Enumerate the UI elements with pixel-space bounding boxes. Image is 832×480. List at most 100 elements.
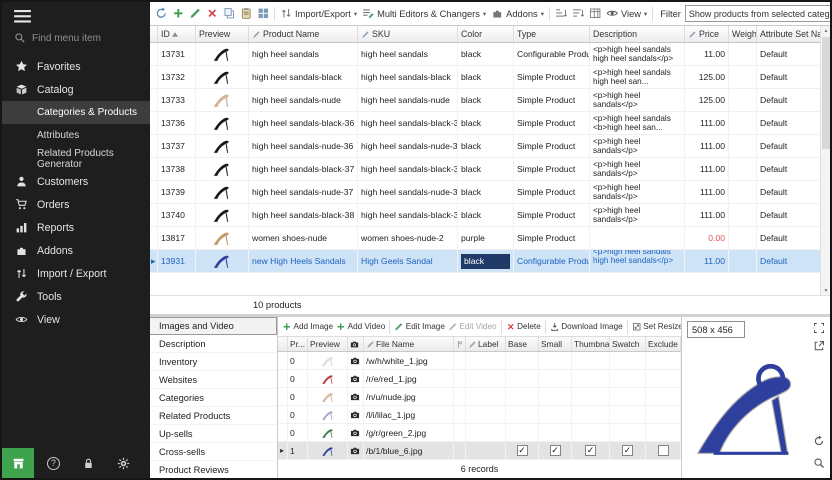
column-header-preview[interactable]: Preview	[196, 26, 249, 42]
product-color[interactable]: black	[458, 181, 514, 203]
product-sku[interactable]: high heel sandals-black-36	[358, 112, 458, 134]
product-row[interactable]: 13739high heel sandals-nude-37high heel …	[150, 181, 830, 204]
sidebar-item-view[interactable]: View	[2, 308, 150, 331]
product-description[interactable]: <p>high heel sandals <b>high heel san...	[590, 112, 685, 134]
product-weight[interactable]	[729, 66, 757, 88]
checkbox-swatch[interactable]	[610, 388, 646, 405]
sidebar-item-attributes[interactable]: Attributes	[2, 124, 150, 147]
product-preview-image[interactable]	[196, 181, 249, 203]
row-expander[interactable]: ▸	[150, 250, 158, 272]
product-name[interactable]: high heel sandals-black	[249, 66, 358, 88]
zoom-icon[interactable]	[812, 456, 826, 470]
checkbox-base[interactable]	[506, 370, 539, 387]
product-id[interactable]: 13817	[158, 227, 196, 249]
small-checkbox[interactable]	[550, 445, 561, 456]
sidebar-item-catalog[interactable]: Catalog	[2, 78, 150, 101]
category-filter-select[interactable]: Show products from selected categories ▾	[685, 5, 830, 22]
checkbox-base[interactable]	[506, 442, 539, 459]
import-export-menu[interactable]: Import/Export ▾	[278, 6, 359, 22]
columns-button[interactable]	[587, 6, 603, 22]
product-row[interactable]: 13737high heel sandals-nude-36high heel …	[150, 135, 830, 158]
image-position[interactable]: 0	[288, 352, 308, 369]
scroll-down-icon[interactable]: ▼	[821, 286, 831, 295]
image-label-cell[interactable]	[466, 352, 506, 369]
image-file-name[interactable]: /n/u/nude.jpg	[364, 388, 454, 405]
image-label-cell[interactable]	[466, 388, 506, 405]
product-type[interactable]: Simple Product	[514, 66, 590, 88]
checkbox-small[interactable]	[539, 388, 572, 405]
edit-product-button[interactable]	[187, 6, 203, 22]
column-header-icon[interactable]	[348, 337, 364, 351]
thumbnail-checkbox[interactable]	[585, 445, 596, 456]
product-weight[interactable]	[729, 89, 757, 111]
product-name[interactable]: high heel sandals-black-37	[249, 158, 358, 180]
product-row[interactable]: 13736high heel sandals-black-36high heel…	[150, 112, 830, 135]
product-name[interactable]: high heel sandals-nude	[249, 89, 358, 111]
product-price[interactable]: 125.00	[685, 66, 729, 88]
product-preview-image[interactable]	[196, 135, 249, 157]
tab-related-products[interactable]: Related Products	[150, 407, 277, 425]
image-thumbnail[interactable]	[308, 370, 348, 387]
sidebar-search-input[interactable]: Find menu item	[14, 32, 140, 47]
row-expander[interactable]: ▸	[278, 442, 288, 459]
view-menu[interactable]: View ▾	[604, 6, 649, 22]
sidebar-item-tools[interactable]: Tools	[2, 285, 150, 308]
product-id[interactable]: 13736	[158, 112, 196, 134]
product-weight[interactable]	[729, 135, 757, 157]
product-type[interactable]: Configurable Product	[514, 43, 590, 65]
product-type[interactable]: Simple Product	[514, 181, 590, 203]
product-sku[interactable]: high heel sandals-black-37	[358, 158, 458, 180]
sort-descending-button[interactable]	[570, 6, 586, 22]
product-row[interactable]: 13733high heel sandals-nudehigh heel san…	[150, 89, 830, 112]
product-color[interactable]: black	[458, 204, 514, 226]
checkbox-base[interactable]	[506, 424, 539, 441]
product-weight[interactable]	[729, 43, 757, 65]
image-size-field[interactable]: 508 x 456	[687, 321, 745, 338]
checkbox-small[interactable]	[539, 406, 572, 423]
sidebar-item-customers[interactable]: Customers	[2, 170, 150, 193]
product-sku[interactable]: High Geels Sandal	[358, 250, 458, 272]
image-thumbnail[interactable]	[308, 424, 348, 441]
image-file-name[interactable]: /l/i/lilac_1.jpg	[364, 406, 454, 423]
product-sku[interactable]: high heel sandals-black	[358, 66, 458, 88]
refresh-button[interactable]	[153, 6, 169, 22]
product-preview-image[interactable]	[196, 66, 249, 88]
checkbox-small[interactable]	[539, 442, 572, 459]
product-price[interactable]: 111.00	[685, 112, 729, 134]
product-description[interactable]: <p>high heel sandals high heel sandals</…	[590, 43, 685, 65]
product-id[interactable]: 13738	[158, 158, 196, 180]
product-id[interactable]: 13931	[158, 250, 196, 272]
checkbox-thumbnail[interactable]	[572, 388, 610, 405]
column-header-base[interactable]: Base	[506, 337, 539, 351]
image-thumbnail[interactable]	[308, 388, 348, 405]
product-sku[interactable]: high heel sandals	[358, 43, 458, 65]
product-description[interactable]: <p>high heel sandals</p>	[590, 204, 685, 226]
edit-image-button[interactable]: Edit Image	[393, 322, 446, 332]
sidebar-item-reports[interactable]: Reports	[2, 216, 150, 239]
checkbox-thumbnail[interactable]	[572, 442, 610, 459]
product-description[interactable]: <p>high heel sandals</p>	[590, 89, 685, 111]
product-description[interactable]: <p>high heel sandals</p>	[590, 135, 685, 157]
delete-product-button[interactable]	[204, 6, 220, 22]
column-header-sku[interactable]: SKU	[358, 26, 458, 42]
checkbox-exclude[interactable]	[646, 370, 681, 387]
product-weight[interactable]	[729, 158, 757, 180]
open-external-icon[interactable]	[812, 339, 826, 353]
tab-websites[interactable]: Websites	[150, 371, 277, 389]
product-sku[interactable]: high heel sandals-nude	[358, 89, 458, 111]
column-header-type[interactable]: Type	[514, 26, 590, 42]
hamburger-menu-button[interactable]	[2, 2, 150, 27]
product-name[interactable]: high heel sandals-nude-36	[249, 135, 358, 157]
product-color[interactable]: black	[458, 112, 514, 134]
product-color[interactable]: black	[458, 158, 514, 180]
column-header-id[interactable]: ID	[158, 26, 196, 42]
column-header-description[interactable]: Description	[590, 26, 685, 42]
help-button[interactable]: ?	[37, 448, 69, 478]
product-color[interactable]: black	[458, 43, 514, 65]
image-row[interactable]: ▸1/b/1/blue_6.jpg	[278, 442, 681, 460]
column-header-icon[interactable]	[454, 337, 466, 351]
product-type[interactable]: Configurable Product	[514, 250, 590, 272]
checkbox-exclude[interactable]	[646, 424, 681, 441]
gear-button[interactable]	[108, 448, 140, 478]
checkbox-small[interactable]	[539, 352, 572, 369]
